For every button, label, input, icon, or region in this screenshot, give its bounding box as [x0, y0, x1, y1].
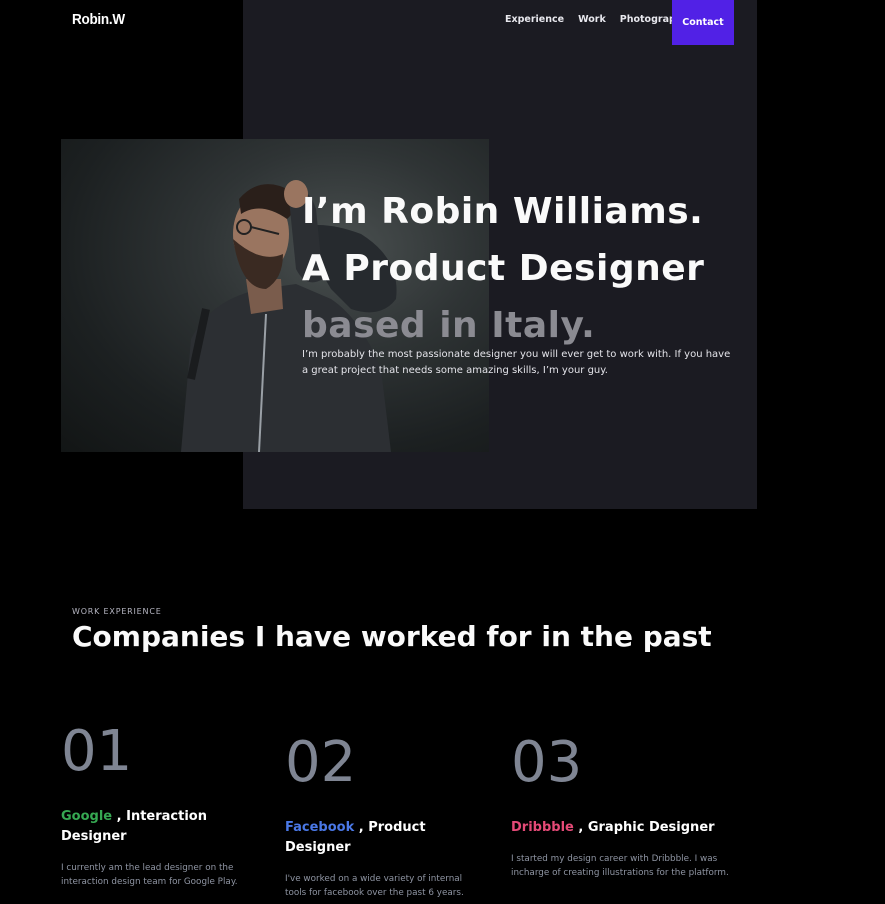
section-label: WORK EXPERIENCE [72, 607, 162, 616]
section-title: Companies I have worked for in the past [72, 620, 712, 653]
hero-headline: I’m Robin Williams. A Product Designer b… [302, 183, 704, 354]
company-name[interactable]: Facebook [285, 820, 354, 835]
headline-line-2: A Product Designer [302, 248, 705, 289]
company-name[interactable]: Google [61, 809, 112, 824]
job-title: Facebook , Product Designer [285, 818, 490, 858]
headline-line-1: I’m Robin Williams. [302, 191, 704, 232]
job-description: I started my design career with Dribbble… [511, 854, 729, 878]
job-number: 02 [285, 730, 357, 795]
job-description: I've worked on a wide variety of interna… [285, 874, 464, 898]
company-name[interactable]: Dribbble [511, 820, 574, 835]
job-number: 03 [511, 730, 583, 795]
main-nav: Experience Work Photography [505, 14, 689, 25]
job-number: 01 [61, 719, 133, 784]
job-description: I currently am the lead designer on the … [61, 863, 238, 887]
contact-button[interactable]: Contact [672, 0, 734, 45]
job-card-1: 01 Google , Interaction Designer I curre… [61, 722, 261, 889]
job-role: , Graphic Designer [573, 820, 715, 835]
nav-experience[interactable]: Experience [505, 14, 564, 25]
hero-description: I’m probably the most passionate designe… [302, 349, 731, 376]
job-title: Dribbble , Graphic Designer [511, 818, 736, 838]
logo[interactable]: Robin.W [72, 11, 125, 28]
nav-work[interactable]: Work [578, 14, 606, 25]
job-card-3: 03 Dribbble , Graphic Designer I started… [511, 733, 736, 880]
headline-line-3: based in Italy. [302, 305, 596, 346]
job-title: Google , Interaction Designer [61, 807, 261, 847]
job-card-2: 02 Facebook , Product Designer I've work… [285, 733, 490, 900]
